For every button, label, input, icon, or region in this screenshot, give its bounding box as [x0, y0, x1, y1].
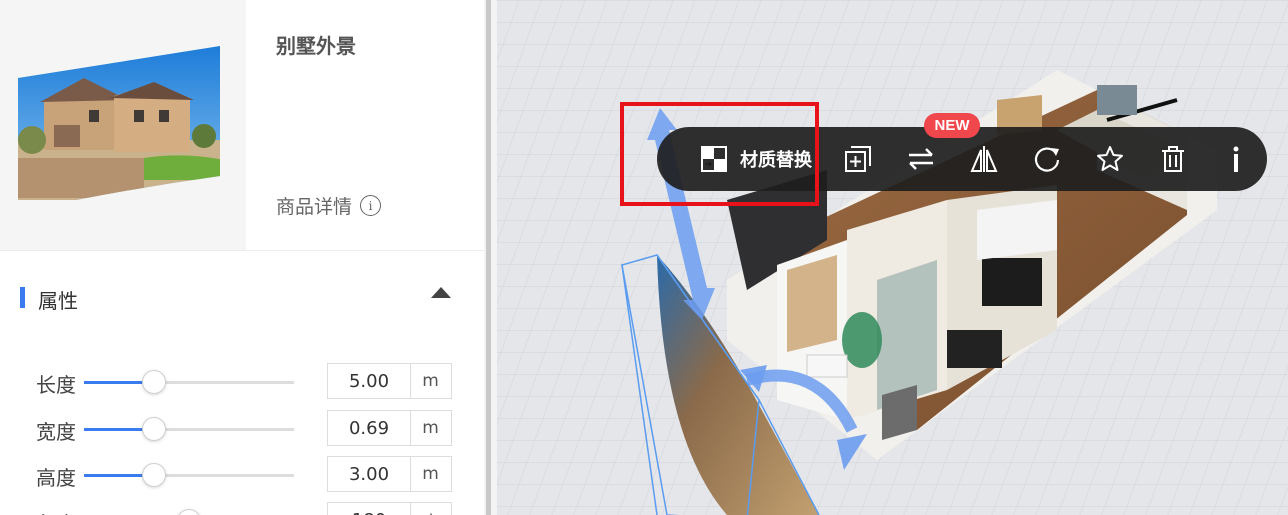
rotate-button[interactable]	[1026, 127, 1068, 191]
properties-panel: 别墅外景 商品详情 i 属性 长度 m 宽度 m	[0, 0, 484, 515]
3d-viewport[interactable]: 材质替换 NEW	[497, 0, 1288, 515]
app-root: 别墅外景 商品详情 i 属性 长度 m 宽度 m	[0, 0, 1288, 515]
properties-section-title: 属性	[38, 289, 78, 313]
new-badge: NEW	[924, 113, 980, 138]
width-slider[interactable]	[84, 417, 294, 441]
slider-handle[interactable]	[142, 463, 166, 487]
section-accent-bar	[20, 287, 25, 308]
copy-icon	[845, 146, 871, 172]
panel-splitter-line	[486, 0, 491, 515]
unit-label: 度	[410, 502, 452, 515]
copy-button[interactable]	[837, 127, 879, 191]
favorite-star-icon	[1097, 146, 1123, 171]
highlight-box	[620, 102, 819, 206]
info-circle-icon[interactable]: i	[360, 195, 382, 216]
unit-label: m	[410, 410, 452, 446]
villa-thumbnail	[18, 46, 220, 200]
property-label: 高度	[36, 466, 76, 490]
section-divider	[0, 250, 484, 251]
unit-label: m	[410, 456, 452, 492]
slider-handle[interactable]	[142, 417, 166, 441]
length-input[interactable]	[327, 363, 411, 399]
angle-input[interactable]	[327, 502, 411, 515]
rotate-icon	[1034, 147, 1060, 172]
unit-label: m	[410, 363, 452, 399]
height-input[interactable]	[327, 456, 411, 492]
delete-trash-icon	[1162, 146, 1184, 172]
property-row-angle: 角度 度	[36, 502, 456, 515]
width-input[interactable]	[327, 410, 411, 446]
scene-canvas[interactable]	[497, 0, 1288, 515]
length-slider[interactable]	[84, 370, 294, 394]
collapse-triangle-icon[interactable]	[431, 287, 451, 298]
product-detail-link[interactable]: 商品详情 i	[276, 192, 382, 219]
mirror-icon	[970, 146, 998, 172]
product-title: 别墅外景	[276, 34, 356, 58]
property-row-width: 宽度 m	[36, 410, 456, 446]
property-label: 角度	[36, 508, 76, 515]
property-row-length: 长度 m	[36, 363, 456, 399]
delete-button[interactable]	[1152, 127, 1194, 191]
info-icon	[1233, 146, 1239, 172]
property-row-height: 高度 m	[36, 456, 456, 492]
height-slider[interactable]	[84, 463, 294, 487]
slider-handle[interactable]	[177, 509, 201, 515]
info-button[interactable]	[1215, 127, 1257, 191]
product-detail-label: 商品详情	[276, 196, 353, 218]
replace-swap-icon	[909, 148, 933, 170]
property-label: 长度	[36, 373, 76, 397]
property-label: 宽度	[36, 420, 76, 444]
favorite-button[interactable]	[1089, 127, 1131, 191]
slider-handle[interactable]	[142, 370, 166, 394]
